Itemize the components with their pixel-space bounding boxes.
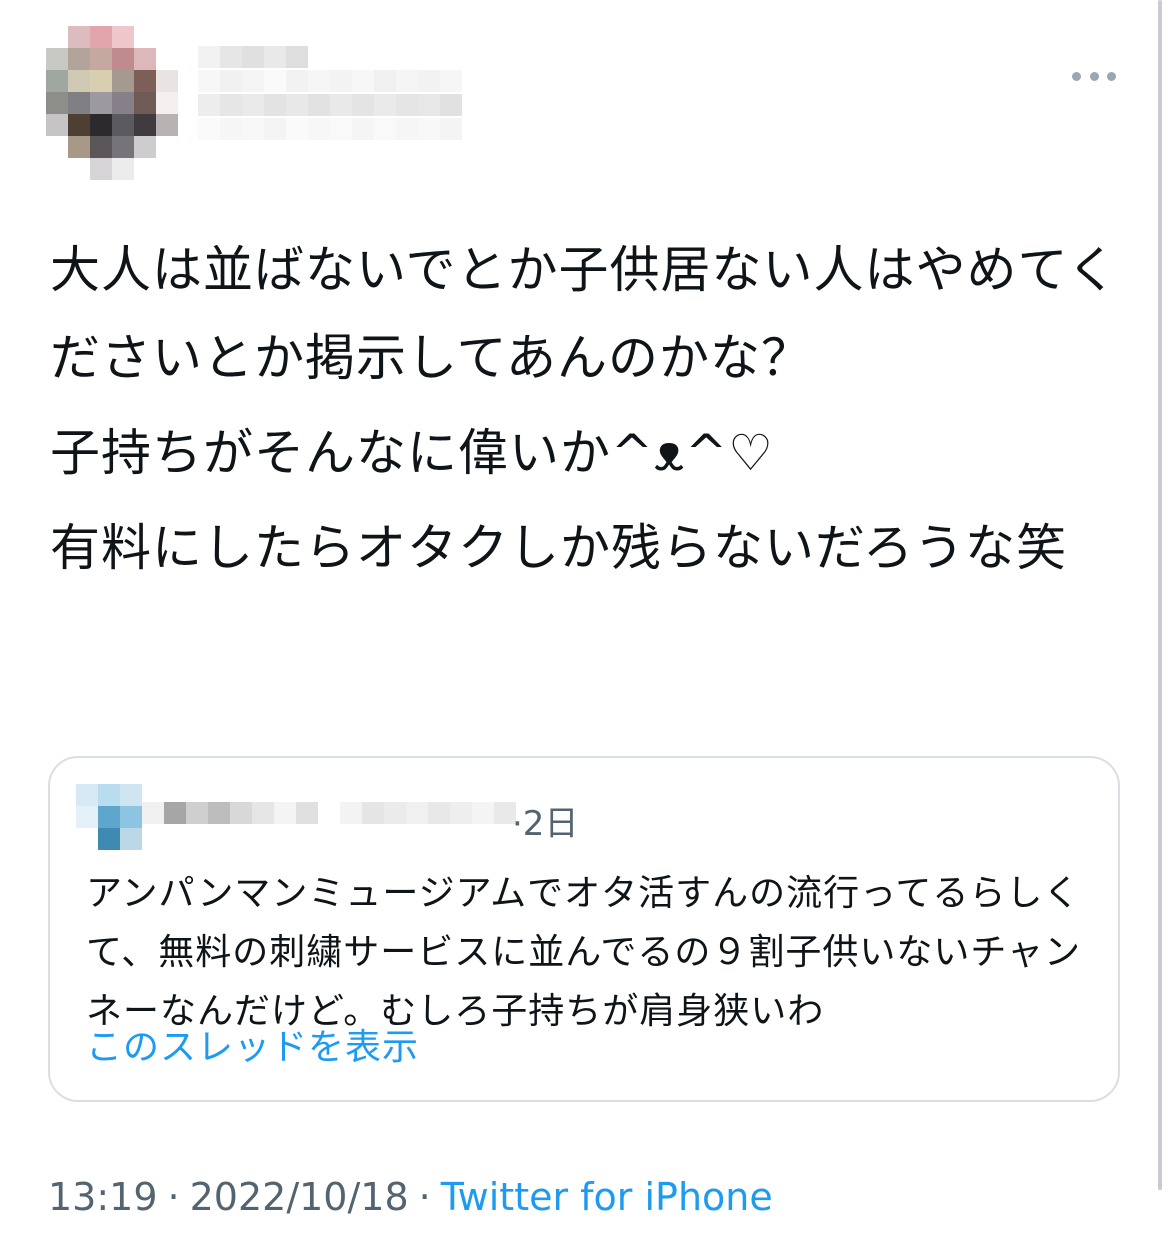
- tweet-date[interactable]: 2022/10/18: [190, 1175, 409, 1219]
- avatar[interactable]: [46, 26, 178, 182]
- tweet-line: 有料にしたらオタクしか残らないだろうな笑: [50, 519, 1067, 577]
- show-thread-link[interactable]: このスレッドを表示: [86, 1024, 419, 1072]
- quoted-author-name-blurred[interactable]: [142, 802, 318, 824]
- quoted-avatar[interactable]: [76, 784, 142, 850]
- more-horizontal-icon[interactable]: [1072, 64, 1116, 88]
- meta-separator: ·: [418, 1175, 431, 1219]
- tweet-text: 大人は並ばないでとか子供居ない人はやめてくださいとか掲示してあんのかな？ 子持ち…: [50, 226, 1130, 599]
- tweet-time[interactable]: 13:19: [48, 1175, 158, 1219]
- quoted-timestamp[interactable]: ·2日: [512, 802, 578, 846]
- author-name-blurred[interactable]: [198, 46, 462, 142]
- tweet-meta: 13:19 · 2022/10/18 · Twitter for iPhone: [48, 1170, 773, 1224]
- tweet-source-link[interactable]: Twitter for iPhone: [441, 1175, 773, 1219]
- tweet-line: 大人は並ばないでとか子供居ない人はやめてくださいとか掲示してあんのかな？: [50, 241, 1118, 387]
- tweet-line: 子持ちがそんなに偉いか^ᴥ^♡: [50, 424, 774, 482]
- quoted-tweet-text: アンパンマンミュージアムでオタ活すんの流行ってるらしくて、無料の刺繍サービスに並…: [86, 873, 1082, 1032]
- meta-separator: ·: [167, 1175, 180, 1219]
- quoted-author-handle-blurred[interactable]: [340, 802, 516, 824]
- scrollbar[interactable]: [1158, 0, 1162, 1190]
- quoted-tweet-card[interactable]: ·2日 アンパンマンミュージアムでオタ活すんの流行ってるらしくて、無料の刺繍サー…: [48, 756, 1120, 1102]
